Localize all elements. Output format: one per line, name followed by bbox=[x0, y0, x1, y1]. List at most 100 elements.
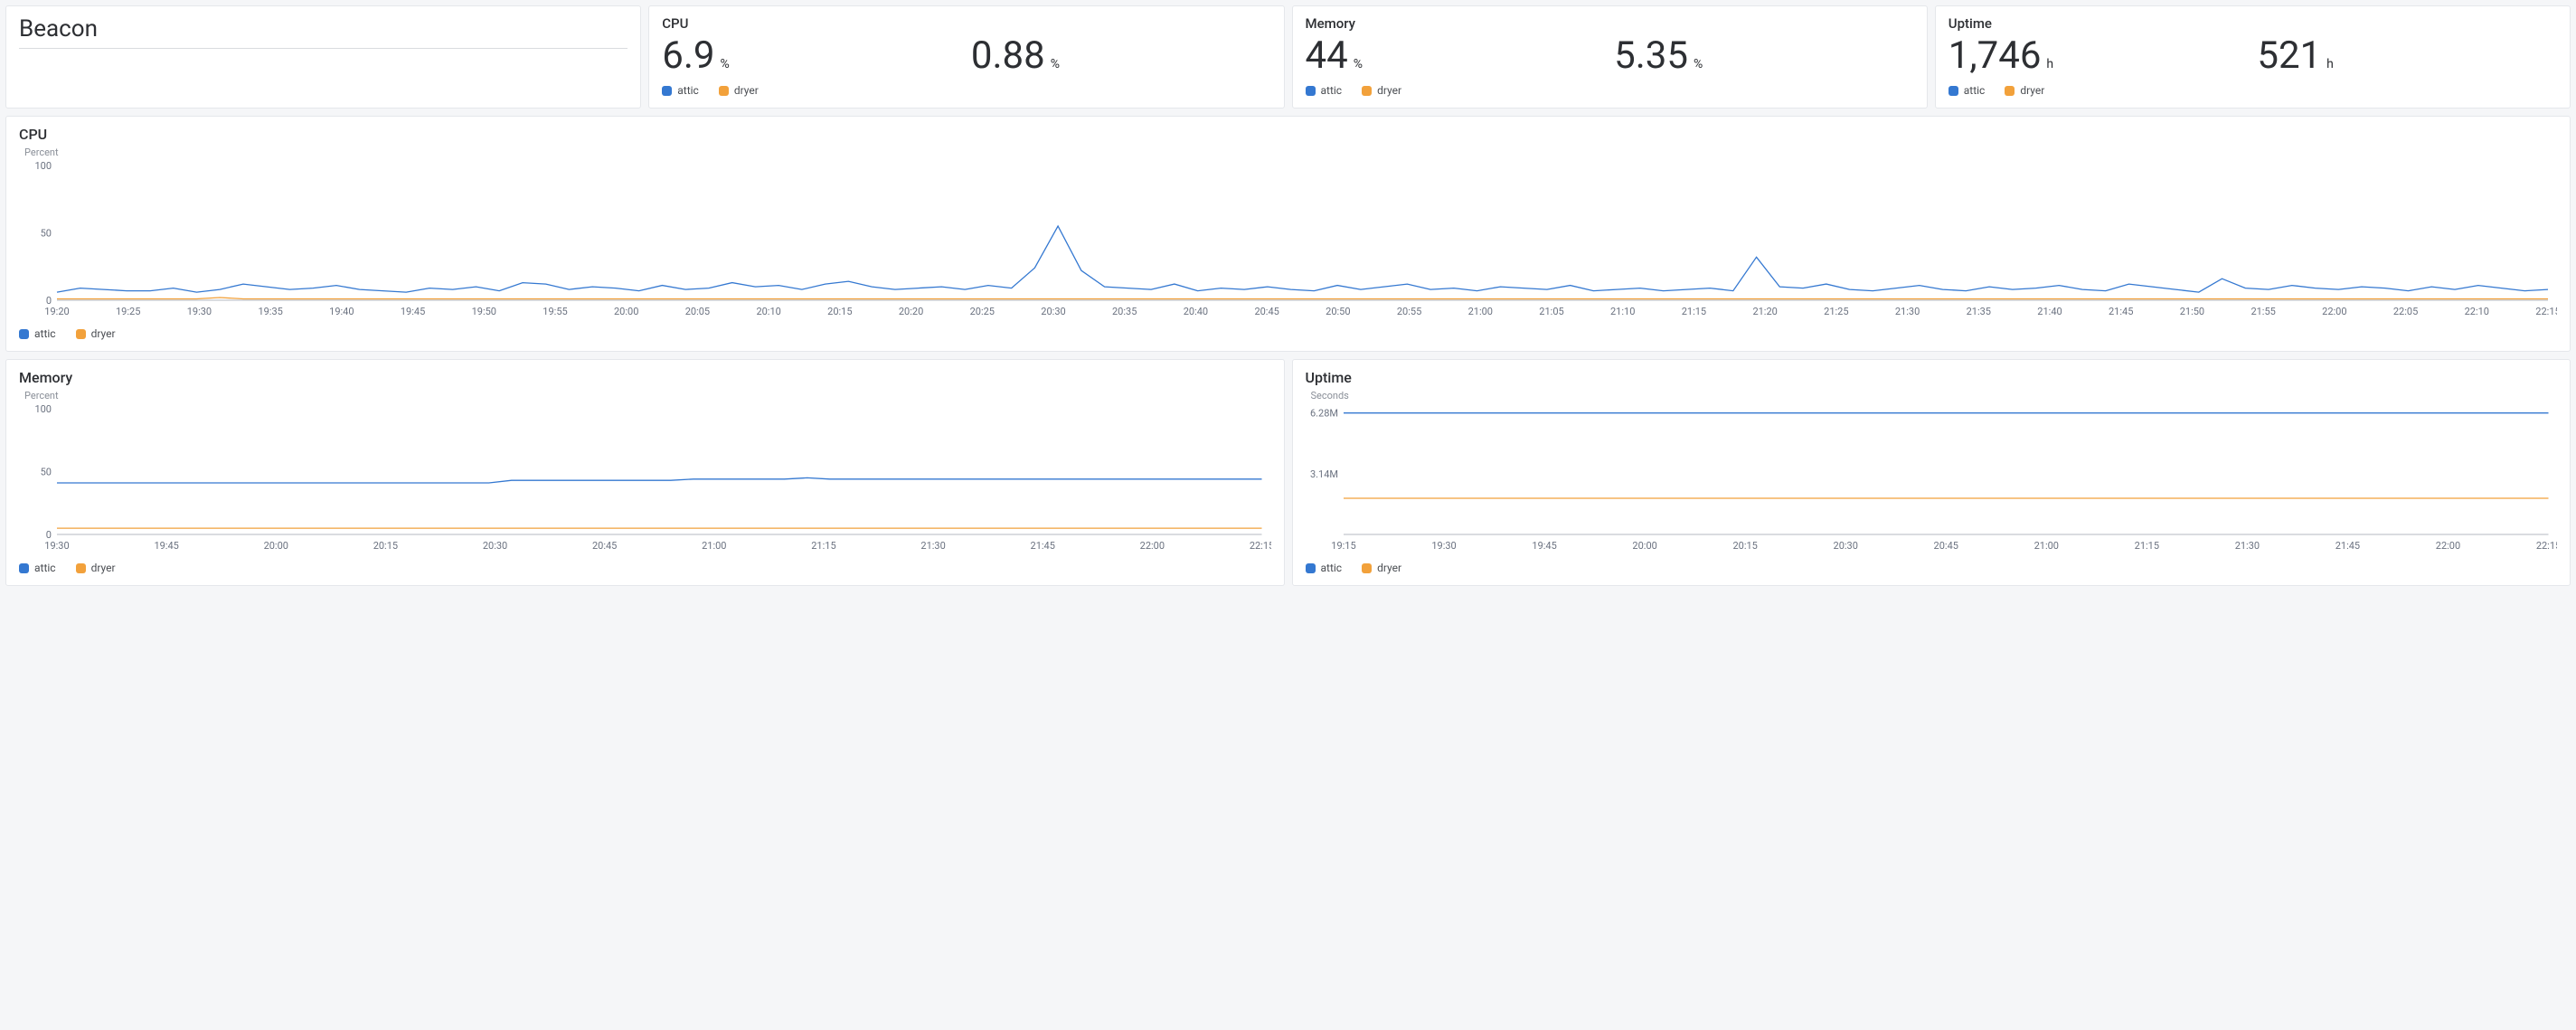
legend-item-attic[interactable]: attic bbox=[1306, 562, 1343, 574]
legend-attic-label: attic bbox=[1964, 84, 1986, 97]
legend-item-attic[interactable]: attic bbox=[1949, 84, 1986, 97]
swatch-attic-icon bbox=[1306, 86, 1316, 96]
svg-text:20:10: 20:10 bbox=[756, 306, 780, 317]
legend-dryer-label: dryer bbox=[91, 562, 116, 574]
legend-dryer-label: dryer bbox=[1377, 84, 1401, 97]
svg-text:21:25: 21:25 bbox=[1824, 306, 1848, 317]
memory-stat-panel: Memory 44 % 5.35 % attic dryer bbox=[1292, 5, 1928, 109]
svg-text:21:45: 21:45 bbox=[2335, 540, 2359, 552]
legend-attic-label: attic bbox=[1321, 84, 1343, 97]
svg-text:22:15: 22:15 bbox=[2535, 540, 2557, 552]
svg-text:19:45: 19:45 bbox=[401, 306, 425, 317]
memory-chart[interactable]: 05010019:3019:4520:0020:1520:3020:4521:0… bbox=[19, 403, 1271, 553]
uptime-dryer-unit: h bbox=[2326, 57, 2334, 71]
svg-text:22:10: 22:10 bbox=[2465, 306, 2489, 317]
uptime-attic-unit: h bbox=[2046, 57, 2053, 71]
memory-chart-ylabel: Percent bbox=[24, 390, 1271, 402]
svg-text:22:05: 22:05 bbox=[2393, 306, 2418, 317]
svg-text:20:25: 20:25 bbox=[970, 306, 995, 317]
svg-text:20:55: 20:55 bbox=[1397, 306, 1421, 317]
cpu-attic-unit: % bbox=[721, 57, 730, 71]
swatch-attic-icon bbox=[19, 563, 29, 573]
uptime-attic-value: 1,746 bbox=[1949, 33, 2042, 78]
svg-text:21:05: 21:05 bbox=[1539, 306, 1563, 317]
cpu-chart-title: CPU bbox=[19, 126, 2557, 143]
svg-text:20:40: 20:40 bbox=[1184, 306, 1208, 317]
swatch-dryer-icon bbox=[2005, 86, 2015, 96]
memory-dryer-unit: % bbox=[1694, 57, 1703, 71]
uptime-chart-title: Uptime bbox=[1306, 369, 2558, 386]
svg-text:21:15: 21:15 bbox=[1682, 306, 1706, 317]
legend-dryer-label: dryer bbox=[734, 84, 759, 97]
svg-text:20:30: 20:30 bbox=[483, 540, 507, 552]
svg-text:20:30: 20:30 bbox=[1041, 306, 1065, 317]
svg-text:20:15: 20:15 bbox=[373, 540, 398, 552]
legend-item-dryer[interactable]: dryer bbox=[76, 327, 116, 340]
svg-text:20:20: 20:20 bbox=[899, 306, 923, 317]
memory-attic-unit: % bbox=[1354, 57, 1363, 71]
svg-text:22:15: 22:15 bbox=[1250, 540, 1271, 552]
svg-text:50: 50 bbox=[41, 228, 52, 240]
memory-chart-title: Memory bbox=[19, 369, 1271, 386]
svg-text:20:15: 20:15 bbox=[1732, 540, 1757, 552]
uptime-dryer-value: 521 bbox=[2257, 33, 2321, 78]
svg-text:19:45: 19:45 bbox=[1532, 540, 1556, 552]
cpu-stat-panel: CPU 6.9 % 0.88 % attic dryer bbox=[648, 5, 1284, 109]
svg-text:19:30: 19:30 bbox=[187, 306, 212, 317]
svg-text:22:15: 22:15 bbox=[2535, 306, 2557, 317]
legend-item-attic[interactable]: attic bbox=[19, 562, 56, 574]
legend-item-attic[interactable]: attic bbox=[1306, 84, 1343, 97]
swatch-attic-icon bbox=[1306, 563, 1316, 573]
legend-dryer-label: dryer bbox=[2020, 84, 2044, 97]
memory-dryer-value: 5.35 bbox=[1614, 33, 1688, 78]
legend-item-attic[interactable]: attic bbox=[662, 84, 699, 97]
svg-text:20:50: 20:50 bbox=[1326, 306, 1350, 317]
svg-text:21:40: 21:40 bbox=[2037, 306, 2062, 317]
cpu-chart[interactable]: 05010019:2019:2519:3019:3519:4019:4519:5… bbox=[19, 160, 2557, 318]
svg-text:19:45: 19:45 bbox=[154, 540, 178, 552]
svg-text:19:20: 19:20 bbox=[44, 306, 69, 317]
svg-text:21:55: 21:55 bbox=[2250, 306, 2275, 317]
svg-text:19:25: 19:25 bbox=[116, 306, 140, 317]
legend-item-dryer[interactable]: dryer bbox=[2005, 84, 2044, 97]
memory-panel-title: Memory bbox=[1306, 15, 1914, 32]
svg-text:22:00: 22:00 bbox=[1140, 540, 1165, 552]
svg-text:20:45: 20:45 bbox=[592, 540, 617, 552]
uptime-chart[interactable]: 3.14M6.28M19:1519:3019:4520:0020:1520:30… bbox=[1306, 403, 2558, 553]
svg-text:100: 100 bbox=[34, 403, 52, 415]
svg-text:21:45: 21:45 bbox=[1031, 540, 1055, 552]
svg-text:20:45: 20:45 bbox=[1254, 306, 1279, 317]
svg-text:21:00: 21:00 bbox=[1468, 306, 1493, 317]
swatch-attic-icon bbox=[19, 329, 29, 339]
svg-text:19:40: 19:40 bbox=[329, 306, 354, 317]
svg-text:21:30: 21:30 bbox=[1895, 306, 1920, 317]
svg-text:21:30: 21:30 bbox=[2234, 540, 2259, 552]
svg-text:21:20: 21:20 bbox=[1752, 306, 1777, 317]
svg-text:20:00: 20:00 bbox=[614, 306, 638, 317]
cpu-dryer-unit: % bbox=[1051, 57, 1060, 71]
cpu-chart-panel: CPU Percent 05010019:2019:2519:3019:3519… bbox=[5, 116, 2571, 352]
svg-text:21:10: 21:10 bbox=[1610, 306, 1635, 317]
legend-dryer-label: dryer bbox=[91, 327, 116, 340]
legend-item-dryer[interactable]: dryer bbox=[76, 562, 116, 574]
svg-text:21:35: 21:35 bbox=[1967, 306, 1991, 317]
svg-text:3.14M: 3.14M bbox=[1309, 468, 1337, 480]
svg-text:19:35: 19:35 bbox=[258, 306, 282, 317]
legend-item-dryer[interactable]: dryer bbox=[1362, 84, 1401, 97]
svg-text:19:30: 19:30 bbox=[44, 540, 69, 552]
cpu-attic-value: 6.9 bbox=[662, 33, 714, 78]
svg-text:21:15: 21:15 bbox=[2134, 540, 2158, 552]
svg-text:22:00: 22:00 bbox=[2322, 306, 2346, 317]
svg-text:21:00: 21:00 bbox=[702, 540, 726, 552]
svg-text:20:00: 20:00 bbox=[264, 540, 288, 552]
legend-item-attic[interactable]: attic bbox=[19, 327, 56, 340]
svg-text:21:00: 21:00 bbox=[2033, 540, 2058, 552]
legend-item-dryer[interactable]: dryer bbox=[1362, 562, 1401, 574]
legend-item-dryer[interactable]: dryer bbox=[719, 84, 759, 97]
memory-chart-panel: Memory Percent 05010019:3019:4520:0020:1… bbox=[5, 359, 1285, 586]
page-title: Beacon bbox=[19, 15, 627, 49]
legend-dryer-label: dryer bbox=[1377, 562, 1401, 574]
memory-chart-legend: attic dryer bbox=[19, 562, 1271, 574]
svg-text:100: 100 bbox=[34, 160, 52, 172]
svg-text:19:15: 19:15 bbox=[1331, 540, 1355, 552]
